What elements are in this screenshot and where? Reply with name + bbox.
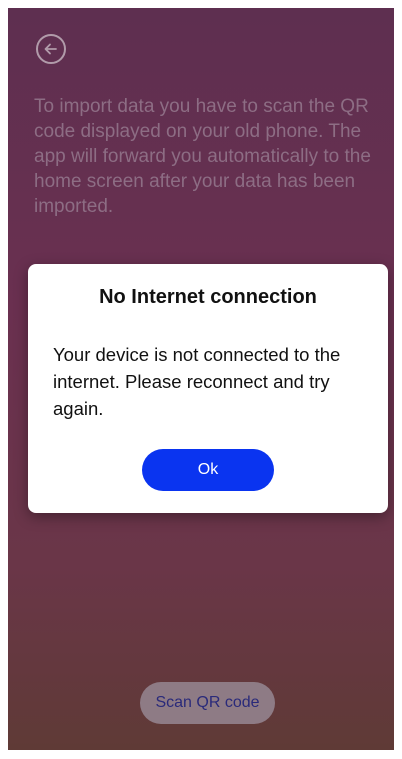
ok-button[interactable]: Ok [142,449,274,491]
dialog-title: No Internet connection [99,286,317,308]
dialog-message: Your device is not connected to the inte… [53,344,341,419]
app-screen: To import data you have to scan the QR c… [8,8,394,750]
no-internet-dialog: No Internet connection Your device is no… [28,264,388,513]
